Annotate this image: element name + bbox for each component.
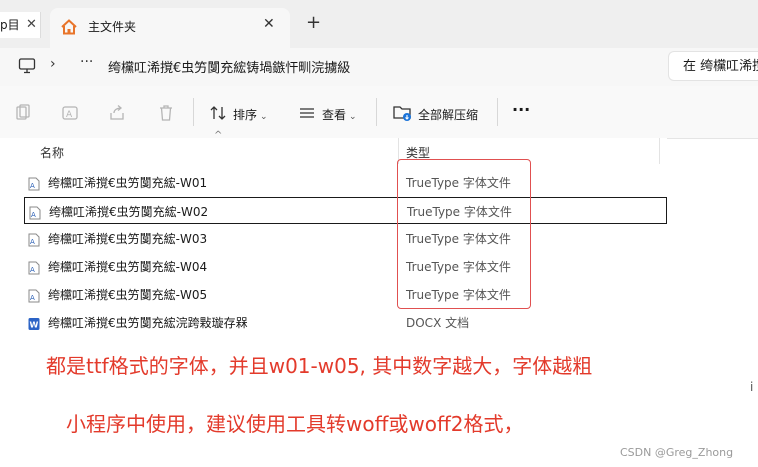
search-input[interactable]: 在 绔欓叿浠撹 <box>668 51 758 81</box>
file-row[interactable]: A 绔欓叿浠撹€虫竻闅充綋-W03 TrueType 字体文件 <box>24 225 667 252</box>
file-row[interactable]: A 绔欓叿浠撹€虫竻闅充綋-W01 TrueType 字体文件 <box>24 169 667 196</box>
tab-previous-label: p目 <box>0 18 20 32</box>
path-overflow-button[interactable]: ··· <box>80 54 93 70</box>
sort-label: 排序 <box>233 108 258 122</box>
tab-home-folder[interactable]: 主文件夹 ✕ <box>50 8 290 48</box>
font-file-icon: A <box>28 260 40 279</box>
svg-text:A: A <box>30 266 35 274</box>
view-label: 查看 <box>322 108 347 122</box>
command-toolbar: A 排序 ⌄ 查看 ⌄ 全部解压缩 ··· <box>0 86 758 139</box>
file-name: 绔欓叿浠撹€虫竻闅充綋-W05 <box>48 288 208 302</box>
toolbar-divider <box>497 98 498 126</box>
chevron-right-icon[interactable]: › <box>50 56 56 72</box>
column-name-header[interactable]: 名称 <box>40 144 64 161</box>
toolbar-divider <box>193 98 194 126</box>
font-file-icon: A <box>28 176 40 195</box>
file-name: 绔欓叿浠撹€虫竻闅充綋-W04 <box>48 260 208 274</box>
svg-text:A: A <box>30 294 35 302</box>
word-doc-icon: W <box>28 316 40 335</box>
watermark: CSDN @Greg_Zhong <box>620 446 734 459</box>
highlight-box <box>397 159 531 309</box>
share-icon[interactable] <box>108 104 126 126</box>
svg-text:A: A <box>66 110 73 120</box>
truncated-text: i <box>750 380 754 394</box>
new-tab-button[interactable]: + <box>306 12 321 33</box>
file-row[interactable]: A 绔欓叿浠撹€虫竻闅充綋-W05 TrueType 字体文件 <box>24 281 667 308</box>
view-button[interactable]: 查看 ⌄ <box>322 106 357 123</box>
svg-text:W: W <box>30 321 39 330</box>
file-name: 绔欓叿浠撹€虫竻闅充綋-W01 <box>48 176 208 190</box>
file-row[interactable]: A 绔欓叿浠撹€虫竻闅充綋-W04 TrueType 字体文件 <box>24 253 667 280</box>
file-name: 绔欓叿浠撹€虫竻闅充綋-W03 <box>48 232 208 246</box>
chevron-down-icon: ⌄ <box>349 112 357 122</box>
chevron-down-icon: ⌄ <box>260 112 268 122</box>
column-header: 名称 类型 <box>0 138 667 164</box>
close-icon[interactable]: ✕ <box>263 16 275 32</box>
annotation-text: 小程序中使用，建议使用工具转woff或woff2格式， <box>66 412 524 436</box>
file-name: 绔欓叿浠撹€虫竻闅充綋-W02 <box>49 205 209 219</box>
copy-icon[interactable] <box>14 104 32 126</box>
extract-all-icon[interactable] <box>393 104 413 126</box>
column-divider[interactable] <box>659 138 660 164</box>
file-row[interactable]: W 绔欓叿浠撹€虫竻闅充綋浣跨敤璇存槑 DOCX 文档 <box>24 309 667 336</box>
sort-button[interactable]: 排序 ⌄ <box>233 106 268 123</box>
font-file-icon: A <box>28 232 40 251</box>
close-icon[interactable]: ✕ <box>26 12 37 38</box>
tab-previous[interactable]: p目 ✕ <box>0 12 41 38</box>
more-options-button[interactable]: ··· <box>512 100 530 119</box>
sort-icon[interactable] <box>209 104 227 126</box>
home-icon <box>60 18 78 40</box>
file-name: 绔欓叿浠撹€虫竻闅充綋浣跨敤璇存槑 <box>48 316 248 330</box>
svg-text:A: A <box>30 182 35 190</box>
font-file-icon: A <box>28 288 40 307</box>
toolbar-divider <box>376 98 377 126</box>
computer-icon[interactable] <box>18 57 36 79</box>
extract-all-button[interactable]: 全部解压缩 <box>418 106 478 123</box>
address-bar: › ··· 绔欓叿浠撹€虫竻闅充綋铸堝鏃忓甽浣擄級 在 绔欓叿浠撹 <box>0 48 758 86</box>
svg-text:A: A <box>31 211 36 219</box>
svg-text:A: A <box>30 238 35 246</box>
font-file-icon: A <box>29 205 41 224</box>
file-type: DOCX 文档 <box>406 316 470 330</box>
rename-icon[interactable]: A <box>61 104 79 126</box>
view-icon[interactable] <box>298 104 316 126</box>
delete-icon[interactable] <box>157 104 175 126</box>
tab-bar: p目 ✕ 主文件夹 ✕ + <box>0 0 758 48</box>
breadcrumb[interactable]: 绔欓叿浠撹€虫竻闅充綋铸堝鏃忓甽浣擄級 <box>108 57 350 76</box>
file-row[interactable]: A 绔欓叿浠撹€虫竻闅充綋-W02 TrueType 字体文件 <box>24 197 667 224</box>
tab-title: 主文件夹 <box>88 20 137 34</box>
annotation-text: 都是ttf格式的字体，并且w01-w05, 其中数字越大，字体越粗 <box>46 354 593 378</box>
